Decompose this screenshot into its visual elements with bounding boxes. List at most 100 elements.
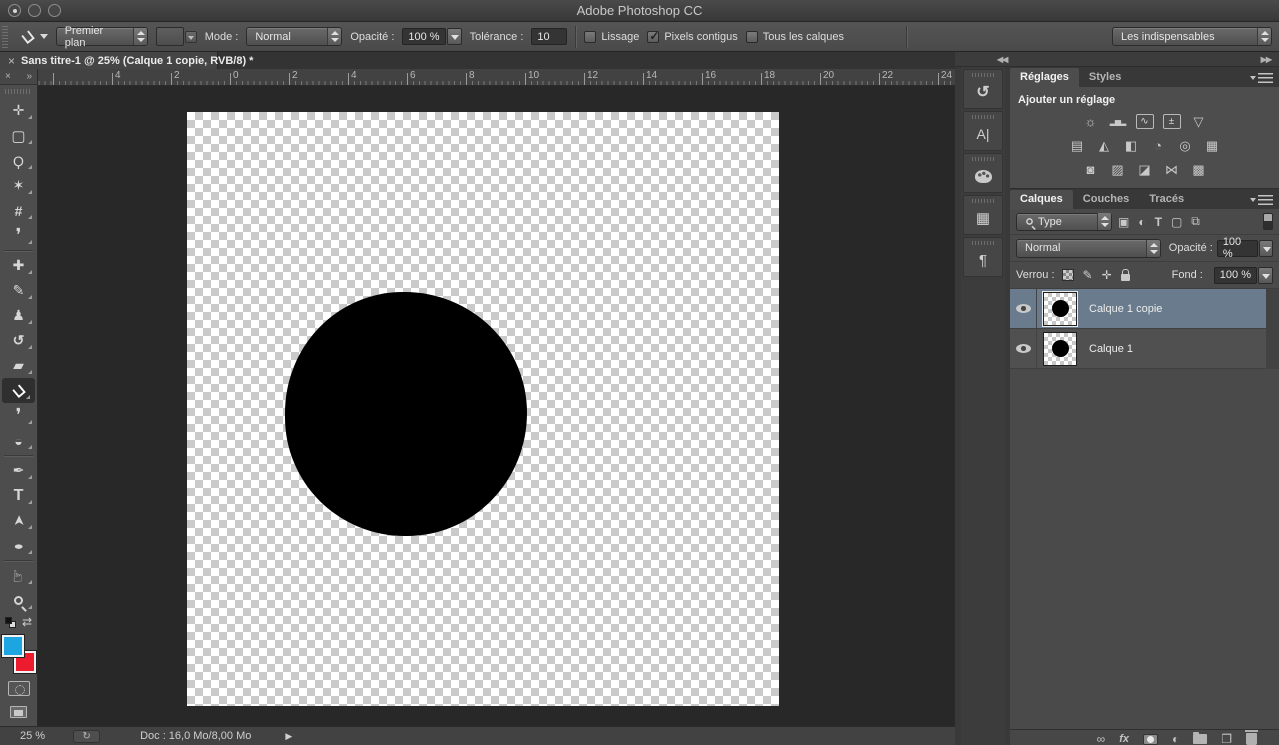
color-lookup-icon[interactable]: ▦ [1203, 138, 1221, 153]
collapse-dock-left-icon[interactable]: ◀◀ [997, 55, 1007, 64]
opacity-value[interactable]: 100 % [402, 28, 445, 45]
history-brush-tool[interactable]: ↺ [0, 328, 37, 353]
zoom-tool[interactable] [0, 588, 37, 613]
layers-opacity-value[interactable]: 100 % [1217, 240, 1258, 257]
swap-colors-icon[interactable]: ⇄ [22, 615, 32, 629]
black-white-icon[interactable]: ◧ [1122, 138, 1140, 153]
paragraph-panel-button[interactable]: ¶ [963, 237, 1003, 277]
hand-tool[interactable]: ☞ [0, 563, 37, 588]
quick-mask-button[interactable] [8, 681, 30, 696]
tab-couches[interactable]: Couches [1073, 190, 1139, 209]
threshold-icon[interactable]: ◪ [1136, 162, 1154, 177]
layer-row-calque-1-copie[interactable]: Calque 1 copie [1010, 289, 1266, 329]
zoom-level-field[interactable]: 25 % [20, 730, 45, 742]
character-panel-button[interactable]: A| [963, 111, 1003, 151]
blur-tool[interactable]: ❜ [0, 403, 37, 428]
eyedropper-tool[interactable]: ❜ [0, 223, 37, 248]
levels-icon[interactable]: ▂▅▂ [1109, 114, 1127, 129]
photo-filter-icon[interactable]: ◔ [1149, 138, 1167, 153]
thumbnail-cell[interactable] [1037, 292, 1083, 326]
layer-name[interactable]: Calque 1 [1089, 343, 1133, 355]
brightness-contrast-icon[interactable]: ☼ [1082, 114, 1100, 129]
exposure-icon[interactable]: ± [1163, 114, 1181, 129]
pen-tool[interactable]: ✒ [0, 458, 37, 483]
screen-mode-button[interactable] [10, 706, 27, 718]
paint-bucket-tool[interactable]: ⊔ [2, 378, 35, 403]
expand-dock-right-icon[interactable]: ▶▶ [1261, 55, 1271, 64]
zoom-window-button[interactable] [48, 4, 61, 17]
default-colors-icon[interactable] [5, 617, 16, 628]
document-canvas[interactable] [187, 112, 779, 706]
blend-mode-select[interactable]: Normal [1016, 239, 1161, 258]
layer-name[interactable]: Calque 1 copie [1089, 303, 1162, 315]
filter-adjustment-layers-icon[interactable]: ◐ [1138, 215, 1145, 229]
lock-position-icon[interactable]: ✛ [1102, 268, 1112, 282]
opacity-control[interactable]: 100 % [402, 28, 461, 45]
color-panel-button[interactable] [963, 153, 1003, 193]
vibrance-icon[interactable]: ▽ [1190, 114, 1208, 129]
posterize-icon[interactable]: ▨ [1109, 162, 1127, 177]
contiguous-checkbox[interactable]: ✓ Pixels contigus [647, 31, 737, 43]
add-layer-mask-icon[interactable] [1143, 734, 1158, 745]
spot-healing-brush-tool[interactable]: ✚ [0, 253, 37, 278]
layers-opacity-dropdown-button[interactable] [1259, 240, 1273, 257]
hue-saturation-icon[interactable]: ▤ [1068, 138, 1086, 153]
opacity-dropdown-button[interactable] [447, 28, 462, 45]
canvas-area[interactable] [0, 86, 960, 726]
new-adjustment-layer-icon[interactable]: ◐ [1172, 733, 1179, 745]
close-tab-icon[interactable]: × [8, 54, 15, 68]
layers-opacity-control[interactable]: 100 % [1217, 240, 1273, 257]
horizontal-ruler[interactable]: 4 2 0 2 4 6 8 10 12 14 16 18 20 22 24 [38, 69, 955, 86]
channel-mixer-icon[interactable]: ◎ [1176, 138, 1194, 153]
rectangular-marquee-tool[interactable]: ▢ [0, 123, 37, 148]
collapse-tools-icon[interactable]: » [26, 71, 32, 82]
close-tools-icon[interactable]: × [5, 71, 11, 82]
clone-stamp-tool[interactable]: ♟ [0, 303, 37, 328]
mode-select[interactable]: Normal [246, 27, 342, 46]
curves-icon[interactable]: ∿ [1136, 114, 1154, 129]
visibility-cell[interactable] [1010, 289, 1037, 328]
tab-styles[interactable]: Styles [1079, 68, 1131, 87]
gradient-map-icon[interactable]: ⋈ [1163, 162, 1181, 177]
filter-shape-layers-icon[interactable]: ▢ [1171, 215, 1182, 229]
fill-dropdown-button[interactable] [1258, 267, 1273, 284]
brush-tool[interactable]: ✎ [0, 278, 37, 303]
lasso-tool[interactable]: Ϙ [0, 148, 37, 173]
path-selection-tool[interactable]: ➤ [0, 508, 37, 533]
new-group-icon[interactable] [1193, 734, 1207, 744]
all-layers-checkbox[interactable]: Tous les calques [746, 31, 844, 43]
checkbox-box[interactable]: ✓ [647, 31, 659, 43]
tools-panel-grip[interactable] [5, 87, 32, 96]
checkbox-box[interactable] [584, 31, 596, 43]
minimize-window-button[interactable] [28, 4, 41, 17]
dodge-tool[interactable]: ◒ [0, 428, 37, 453]
delete-layer-icon[interactable] [1246, 733, 1257, 745]
panel-menu-icon[interactable] [1258, 195, 1273, 205]
fill-source-select[interactable]: Premier plan [56, 27, 148, 46]
fill-control[interactable]: 100 % [1214, 267, 1273, 284]
tab-traces[interactable]: Tracés [1139, 190, 1194, 209]
panel-menu-icon[interactable] [1258, 73, 1273, 83]
filter-toggle-switch[interactable] [1263, 213, 1273, 230]
foreground-color-swatch[interactable] [2, 635, 24, 657]
workspace-select[interactable]: Les indispensables [1112, 27, 1272, 46]
crop-tool[interactable]: # [0, 198, 37, 223]
lock-transparency-icon[interactable] [1062, 269, 1074, 281]
layer-filter-select[interactable]: Type [1016, 213, 1112, 231]
move-tool[interactable]: ✛ [0, 98, 37, 123]
ellipse-tool[interactable]: ● [0, 533, 37, 558]
filter-pixel-layers-icon[interactable]: ▣ [1118, 215, 1129, 229]
filter-type-layers-icon[interactable]: T [1155, 215, 1162, 229]
swatches-panel-button[interactable]: ▦ [963, 195, 1003, 235]
close-window-button[interactable] [8, 4, 21, 17]
selective-color-icon[interactable]: ▩ [1190, 162, 1208, 177]
layer-effects-icon[interactable]: fx [1119, 733, 1129, 745]
visibility-cell[interactable] [1010, 329, 1037, 368]
antialias-checkbox[interactable]: Lissage [584, 31, 639, 43]
invert-icon[interactable]: ◙ [1082, 162, 1100, 177]
tab-reglages[interactable]: Réglages [1010, 68, 1079, 87]
tab-calques[interactable]: Calques [1010, 190, 1073, 209]
lock-paint-icon[interactable]: ✎ [1083, 268, 1093, 282]
options-bar-grip[interactable] [2, 26, 8, 48]
status-expand-arrow-icon[interactable]: ▶ [285, 731, 292, 742]
